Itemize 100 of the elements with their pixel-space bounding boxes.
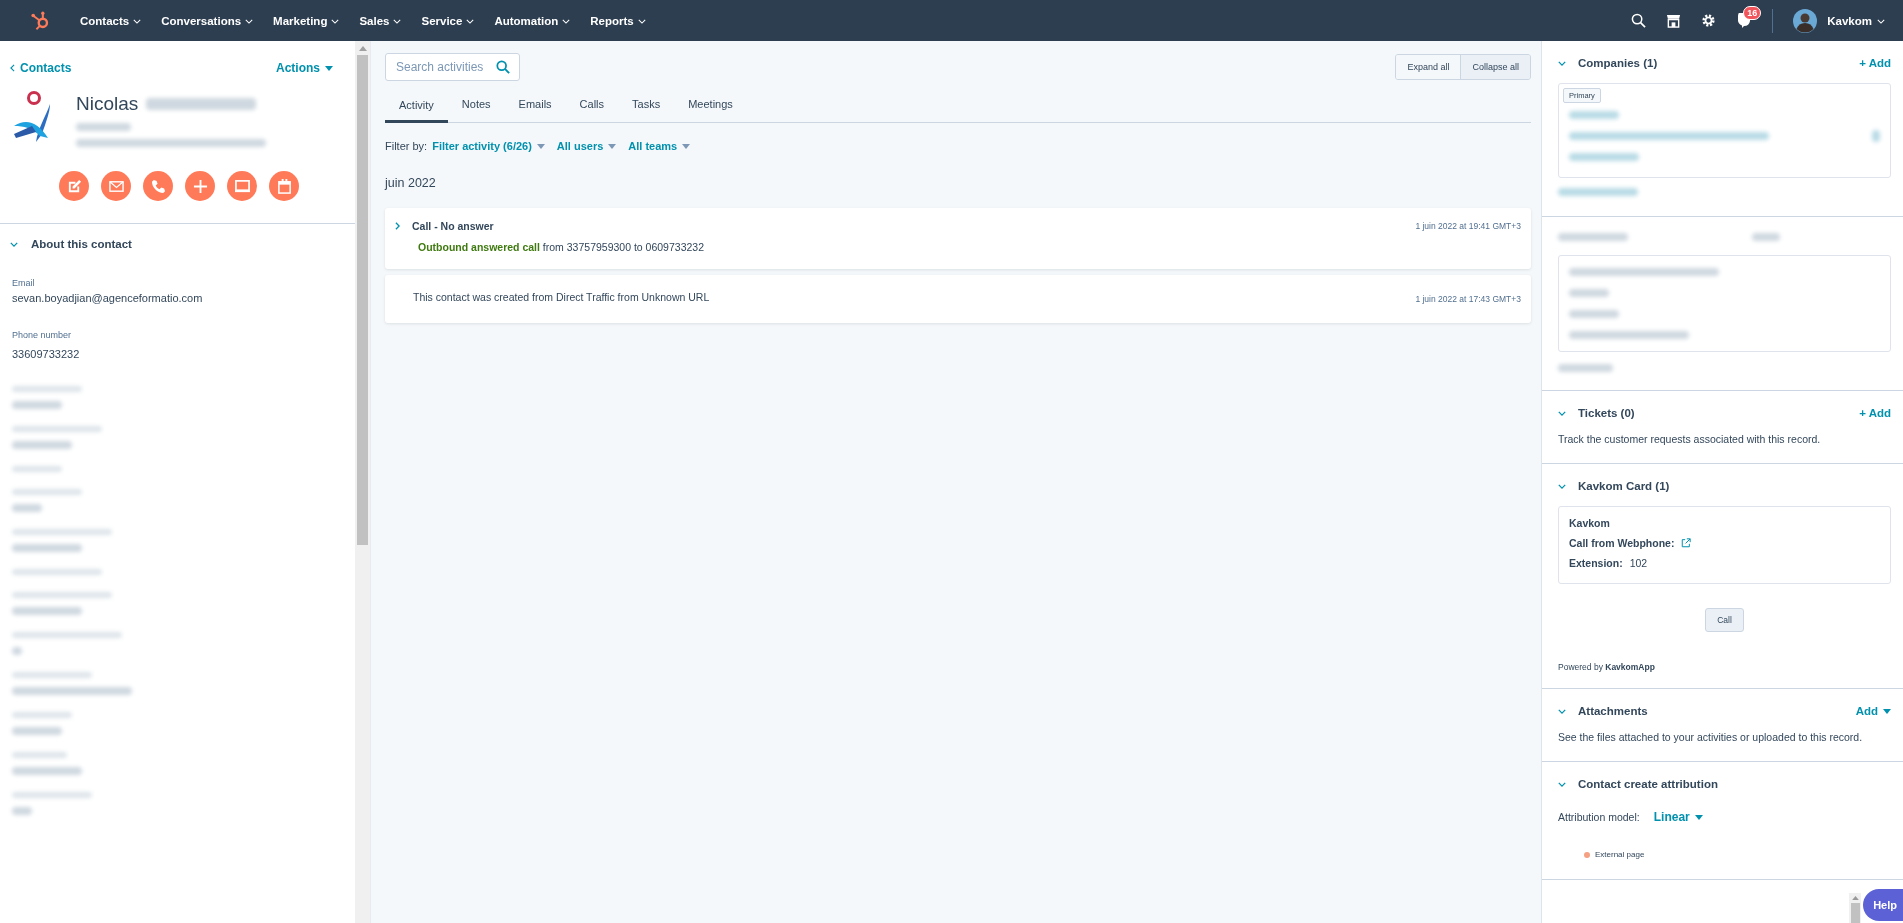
redacted-text <box>12 647 22 655</box>
activity-card[interactable]: Call - No answer 1 juin 2022 at 19:41 GMT+3 Outbound answered call from 33757959300 to 0609733232 <box>385 208 1531 269</box>
email-button[interactable] <box>101 171 131 201</box>
property-value[interactable]: sevan.boyadjian@agenceformatio.com <box>12 292 343 304</box>
caret-icon[interactable] <box>682 143 691 149</box>
call-outcome: Outbound answered call <box>418 241 540 253</box>
redacted-text <box>12 466 62 472</box>
redacted-text <box>1558 233 1628 241</box>
nav-menu-item[interactable]: Marketing <box>263 0 350 41</box>
redacted-text <box>12 489 82 495</box>
settings-icon[interactable] <box>1701 13 1717 28</box>
filter-dropdown[interactable]: All users <box>556 140 617 152</box>
scroll-up-arrow-icon[interactable] <box>358 46 367 51</box>
scroll-up-arrow-icon[interactable] <box>1851 896 1859 900</box>
timestamp: 1 juin 2022 at 19:41 GMT+3 <box>1415 221 1521 231</box>
caret-icon[interactable] <box>608 143 617 149</box>
property-label: Email <box>12 278 36 288</box>
note-button[interactable] <box>59 171 89 201</box>
plus-icon[interactable] <box>192 178 208 194</box>
collapse-all-button[interactable]: Collapse all <box>1460 55 1530 79</box>
redacted-text <box>76 123 131 131</box>
nav-menu-item[interactable]: Contacts <box>70 0 152 41</box>
scrollbar[interactable] <box>1849 893 1861 923</box>
call-button[interactable] <box>143 171 173 201</box>
meeting-button[interactable] <box>227 171 257 201</box>
add-link[interactable]: + Add <box>1859 407 1891 419</box>
call-details: from 33757959300 to 0609733232 <box>542 241 704 253</box>
nav-menu-item[interactable]: Sales <box>349 0 412 41</box>
redacted-text <box>12 441 72 449</box>
redacted-text <box>12 401 62 409</box>
tab[interactable]: Activity <box>385 89 448 123</box>
caret-icon[interactable] <box>325 65 333 71</box>
add-button[interactable] <box>185 171 215 201</box>
search-icon[interactable] <box>1631 13 1647 28</box>
calendar-icon[interactable] <box>276 178 292 194</box>
task-button[interactable] <box>269 171 299 201</box>
scrollbar[interactable] <box>355 41 370 923</box>
redacted-text <box>1569 310 1619 318</box>
help-button[interactable]: Help <box>1863 889 1903 921</box>
call-button[interactable]: Call <box>1705 608 1744 632</box>
chevron-right-icon[interactable] <box>395 222 400 230</box>
search-field[interactable]: Search activities <box>385 53 520 81</box>
filter-dropdown[interactable]: All teams <box>628 140 691 152</box>
tab[interactable]: Tasks <box>618 89 675 123</box>
tab[interactable]: Meetings <box>674 89 747 123</box>
actions-dropdown[interactable]: Actions <box>276 61 333 75</box>
redacted-text <box>1558 364 1613 372</box>
redacted-text <box>12 727 62 735</box>
redacted-text <box>12 544 82 552</box>
envelope-icon[interactable] <box>108 178 124 194</box>
pencil-icon[interactable] <box>66 178 82 194</box>
filter-label: Filter by: <box>385 140 428 152</box>
redacted-text <box>12 807 32 815</box>
nav-menu-item[interactable]: Reports <box>580 0 656 41</box>
section-description: Track the customer requests associated with this record. <box>1558 433 1821 445</box>
property-value[interactable]: 33609733232 <box>12 348 343 360</box>
caret-icon[interactable] <box>1883 708 1891 714</box>
section-title[interactable]: Attachments <box>1578 705 1648 717</box>
section-title[interactable]: Companies (1) <box>1578 57 1658 69</box>
caret-icon[interactable] <box>1694 814 1703 820</box>
nav-menu-item[interactable]: Automation <box>484 0 581 41</box>
section-description: See the files attached to your activities or uploaded to this record. <box>1558 731 1863 743</box>
avatar-icon[interactable] <box>1793 8 1818 33</box>
monitor-icon[interactable] <box>234 178 250 194</box>
tab[interactable]: Emails <box>504 89 566 123</box>
field-label: Attribution model: <box>1558 811 1640 823</box>
month-heading: juin 2022 <box>385 176 437 190</box>
redacted-text <box>12 504 42 512</box>
redacted-text <box>12 767 82 775</box>
caret-icon[interactable] <box>536 143 545 149</box>
store-icon[interactable] <box>1666 13 1682 28</box>
card-title: Kavkom <box>1569 517 1611 529</box>
redacted-icon <box>1872 130 1880 142</box>
section-title[interactable]: Kavkom Card (1) <box>1578 480 1670 492</box>
powered-by-text: Powered by KavkomApp <box>1558 662 1655 672</box>
filter-dropdown[interactable]: Filter activity (6/26) <box>432 140 545 152</box>
contact-name: Nicolas <box>76 93 139 115</box>
section-title[interactable]: Tickets (0) <box>1578 407 1635 419</box>
section-title[interactable]: Contact create attribution <box>1578 778 1718 790</box>
activity-title: Call - No answer <box>412 220 494 232</box>
external-link-icon[interactable] <box>1681 538 1692 548</box>
redacted-text <box>12 712 72 718</box>
nav-menu-item[interactable]: Service <box>411 0 485 41</box>
back-link[interactable]: Contacts <box>10 61 72 75</box>
nav-menu-item[interactable]: Conversations <box>151 0 264 41</box>
model-dropdown[interactable]: Linear <box>1653 810 1703 824</box>
add-link[interactable]: + Add <box>1859 57 1891 69</box>
redacted-text <box>1751 233 1780 241</box>
account-menu[interactable]: Kavkom <box>1827 14 1885 27</box>
tab[interactable]: Notes <box>447 89 505 123</box>
section-title[interactable]: About this contact <box>31 238 132 250</box>
phone-icon[interactable] <box>150 178 166 194</box>
redacted-text <box>12 386 82 392</box>
legend-label: External page <box>1595 850 1645 859</box>
activity-card[interactable]: This contact was created from Direct Traffic from Unknown URL 1 juin 2022 at 17:43 GMT+3 <box>385 275 1531 323</box>
timestamp: 1 juin 2022 at 17:43 GMT+3 <box>1415 294 1521 304</box>
tab[interactable]: Calls <box>565 89 619 123</box>
field-label: Extension: <box>1569 557 1623 569</box>
chevron-left-icon[interactable] <box>10 64 15 72</box>
add-link[interactable]: Add <box>1855 705 1891 717</box>
